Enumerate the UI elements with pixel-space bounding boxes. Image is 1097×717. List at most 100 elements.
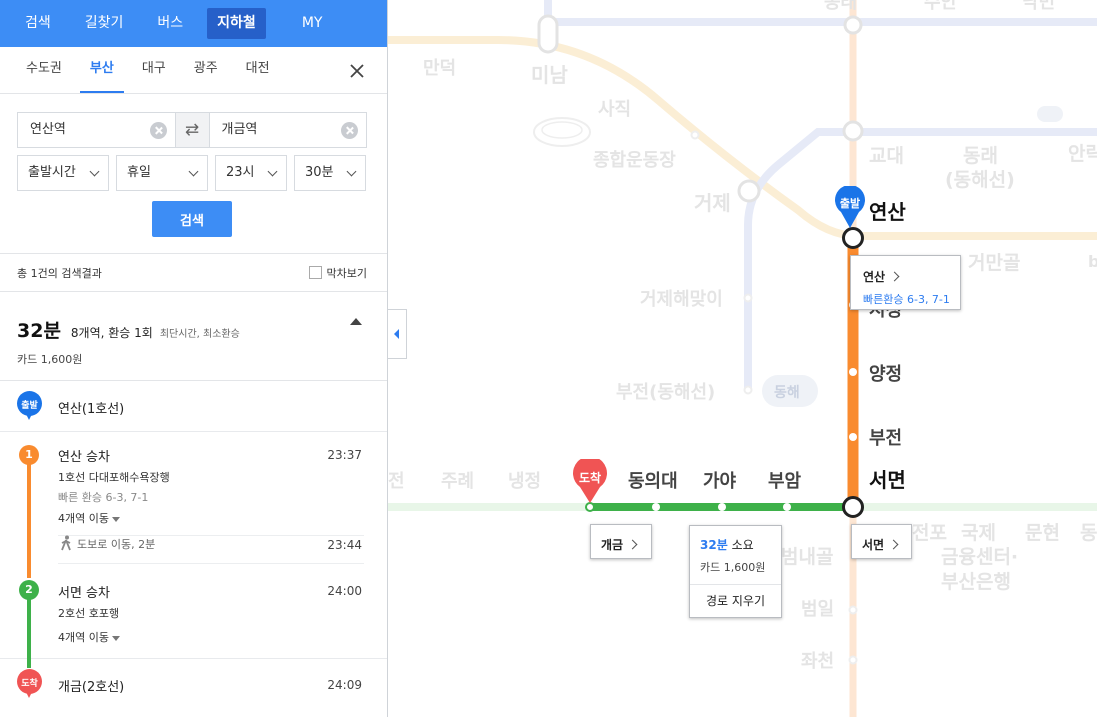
clear-route-button[interactable]: 경로 지우기	[690, 592, 781, 609]
tab-search[interactable]: 검색	[15, 8, 61, 39]
callout-route-time-suffix: 소요	[731, 538, 754, 552]
callout-gaegeum-name: 개금	[601, 538, 624, 552]
map-label-faded: 범내골	[781, 546, 833, 568]
map-label-faded: 부산은행	[941, 571, 1011, 593]
map-label-faded: 부전(동해선)	[616, 382, 715, 403]
map-label-bujeon: 부전	[869, 428, 902, 449]
panel-toggle-handle[interactable]	[388, 309, 407, 359]
map-label-faded: 국제	[961, 522, 996, 544]
map-label-faded: 안락	[1068, 143, 1097, 165]
map-label-faded: b	[1088, 252, 1097, 271]
time-type-select[interactable]: 출발시간	[17, 155, 109, 191]
step1-stops-toggle[interactable]: 4개역 이동	[58, 510, 120, 526]
station-dot-buam[interactable]	[783, 503, 791, 511]
day-type-select[interactable]: 휴일	[116, 155, 208, 191]
map-arrive-label: 도착	[578, 471, 602, 485]
clear-from-icon[interactable]	[149, 122, 167, 139]
chevron-down-icon	[89, 166, 100, 177]
line2-bar	[27, 598, 31, 668]
arrive-badge: 도착	[21, 679, 38, 689]
chevron-down-icon	[111, 516, 120, 522]
close-icon[interactable]	[349, 63, 365, 79]
callout-yeonsan[interactable]: 연산 빠른환승 6-3, 7-1	[850, 255, 961, 310]
map-label-faded: 문현	[1025, 522, 1060, 544]
step1-number: 1	[19, 445, 39, 465]
line1-bar	[27, 464, 31, 578]
map-label-faded: 금융센터·	[941, 546, 1018, 568]
donghae-badge-small	[1037, 106, 1063, 122]
map-label-faded: 미남	[531, 63, 568, 87]
station-marker	[848, 605, 858, 615]
search-button[interactable]: 검색	[152, 201, 232, 237]
map-label-dongeui: 동의대	[628, 471, 678, 492]
summary-time: 32분	[17, 320, 61, 342]
step1-direction: 1호선 다대포해수욕장행	[58, 471, 170, 484]
region-tab-capital[interactable]: 수도권	[16, 47, 72, 93]
station-marker-yeonsan[interactable]	[842, 227, 864, 249]
last-train-toggle[interactable]: 막차보기	[308, 265, 367, 281]
swap-icon[interactable]: ⇄	[174, 113, 210, 147]
minute-select[interactable]: 30분	[294, 155, 366, 191]
walk-icon	[61, 535, 71, 551]
map-label-gaya: 가야	[703, 471, 737, 492]
search-panel: 검색 길찾기 버스 지하철 MY 수도권 부산 대구 광주 대전 연산역 ⇄ 개…	[0, 0, 388, 717]
stadium-icon-inner	[541, 121, 583, 139]
region-tab-gwangju[interactable]: 광주	[184, 47, 228, 93]
to-station-value: 개금역	[221, 122, 258, 137]
route-summary[interactable]: 32분 8개역, 환승 1회 최단시간, 최소환승 카드 1,600원	[0, 292, 387, 381]
divider	[58, 563, 364, 564]
step1-title: 연산 승차	[58, 450, 110, 465]
tab-my[interactable]: MY	[292, 8, 333, 39]
map-label-faded: 수안	[924, 0, 958, 13]
map-depart-pin-icon[interactable]: 출발	[834, 186, 866, 228]
station-dot-gaya[interactable]	[718, 503, 726, 511]
region-tab-daejeon[interactable]: 대전	[236, 47, 280, 93]
callout-route-time: 32분	[700, 538, 728, 552]
tab-subway[interactable]: 지하철	[207, 8, 266, 39]
map-label-faded: 만덕	[423, 58, 456, 79]
map-label-faded: 거만골	[968, 252, 1020, 274]
map-arrive-pin-icon[interactable]: 도착	[572, 459, 608, 503]
hour-value: 23시	[226, 165, 255, 180]
summary-tag: 최단시간, 최소환승	[159, 329, 240, 340]
map-label-faded: 범일	[801, 599, 834, 620]
callout-yeonsan-transfer: 빠른환승 6-3, 7-1	[863, 293, 950, 306]
map-label-faded: 동해	[774, 385, 800, 401]
last-train-checkbox[interactable]	[308, 266, 322, 279]
chevron-right-icon	[889, 271, 900, 282]
result-count: 총 1건의 검색결과	[17, 266, 102, 280]
step2-direction: 2호선 호포행	[58, 607, 120, 620]
top-navigation: 검색 길찾기 버스 지하철 MY	[0, 0, 387, 47]
region-tab-daegu[interactable]: 대구	[132, 47, 176, 93]
tab-directions[interactable]: 길찾기	[75, 8, 134, 39]
clear-to-icon[interactable]	[341, 122, 358, 139]
callout-gaegeum[interactable]: 개금	[590, 524, 652, 559]
station-dot-bujeon[interactable]	[849, 433, 857, 441]
map-label-yangjeong: 양정	[869, 364, 902, 385]
step2-stops-toggle[interactable]: 4개역 이동	[58, 629, 120, 645]
from-station-input[interactable]: 연산역	[18, 113, 175, 147]
map-label-faded: 사직	[598, 99, 631, 120]
station-marker	[843, 15, 863, 35]
station-marker-seomyeon[interactable]	[842, 496, 864, 518]
hour-select[interactable]: 23시	[215, 155, 287, 191]
station-marker	[737, 179, 761, 203]
subway-map[interactable]: 동래 수안 낙민 만덕 미남 사직 종합운동장 거제 교대 동래 (동해선) 안…	[388, 0, 1097, 717]
region-tab-busan[interactable]: 부산	[79, 47, 124, 93]
chevron-down-icon	[267, 166, 278, 177]
to-station-input[interactable]: 개금역	[210, 113, 367, 147]
station-dot-yangjeong[interactable]	[849, 368, 857, 376]
divider	[690, 584, 781, 585]
walk-text: 도보로 이동, 2분	[77, 538, 156, 551]
summary-info: 8개역, 환승 1회	[70, 326, 153, 340]
arrive-row: 도착 개금(2호선) 24:09	[0, 659, 387, 711]
chevron-right-icon	[888, 539, 899, 550]
station-dot-dongeui[interactable]	[652, 503, 660, 511]
station-marker	[537, 14, 559, 54]
tab-bus[interactable]: 버스	[147, 8, 193, 39]
collapse-icon[interactable]	[350, 318, 362, 325]
station-dot-gaegeum[interactable]	[585, 502, 595, 512]
walk-time: 23:44	[327, 538, 362, 552]
summary-fare: 카드 1,600원	[17, 353, 83, 366]
callout-seomyeon[interactable]: 서면	[851, 524, 912, 559]
